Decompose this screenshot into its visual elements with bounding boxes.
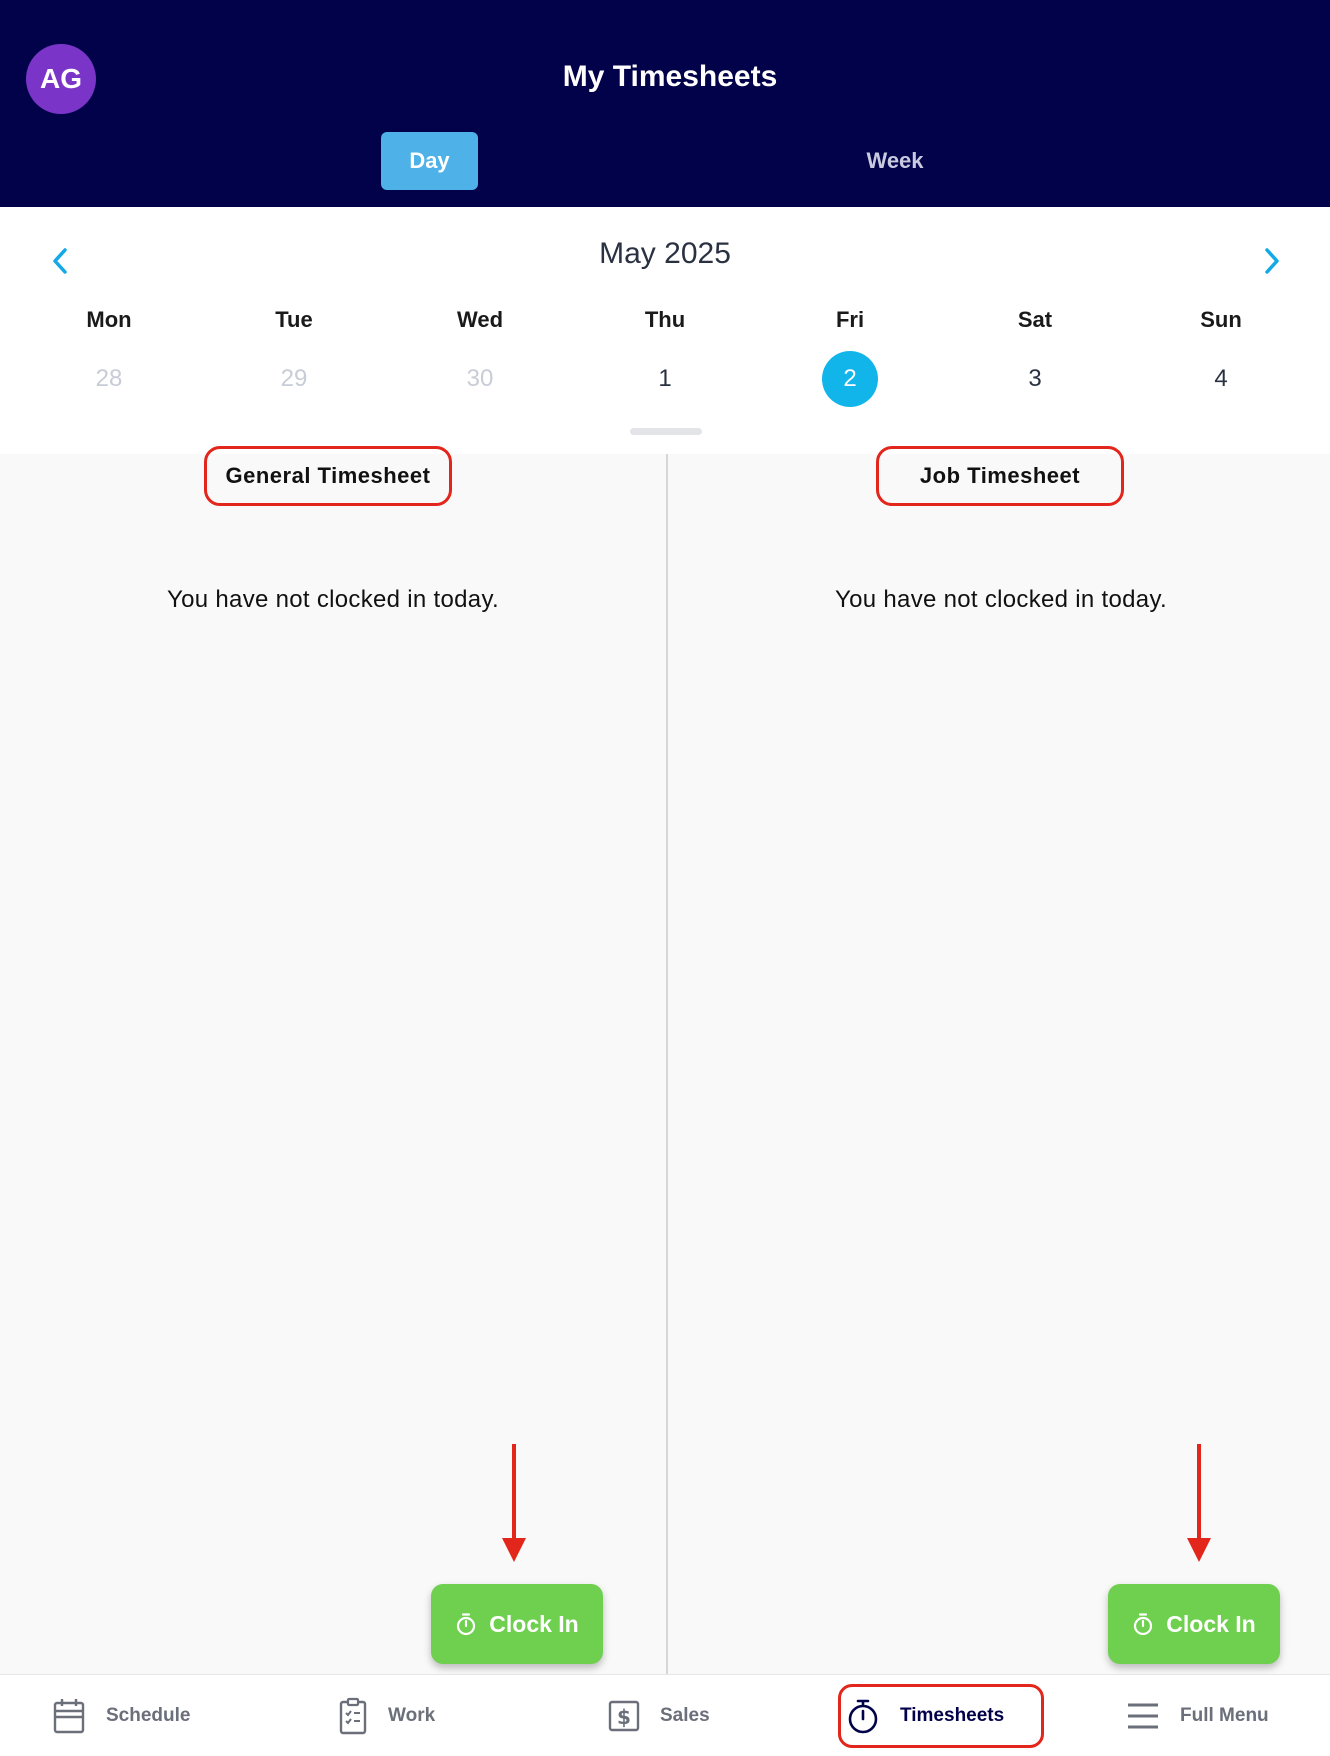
week-calendar: May 2025 Mon 28 Tue 29 Wed 30 Thu 1 Fri … [0, 207, 1330, 454]
day-number[interactable]: 1 [637, 351, 693, 407]
clock-in-label: Clock In [1166, 1610, 1256, 1637]
app-header: AG My Timesheets Day Week [0, 0, 1330, 207]
page-title: My Timesheets [562, 60, 778, 93]
day-number[interactable]: 4 [1193, 351, 1249, 407]
day-name: Fri [835, 307, 865, 332]
tab-week[interactable]: Week [840, 132, 950, 190]
job-timesheet-title: Job Timesheet [876, 446, 1124, 506]
day-name: Sun [1200, 307, 1242, 332]
clock-in-label: Clock In [489, 1610, 579, 1637]
nav-sales[interactable]: $ Sales [608, 1675, 710, 1756]
job-clock-in-button[interactable]: Clock In [1108, 1584, 1280, 1664]
day-number[interactable]: 3 [1007, 351, 1063, 407]
day-number[interactable]: 30 [452, 351, 508, 407]
day-thu[interactable]: Thu 1 [605, 307, 725, 407]
clipboard-checklist-icon [339, 1697, 367, 1735]
tab-day[interactable]: Day [381, 132, 478, 190]
stopwatch-icon [1134, 1613, 1153, 1636]
day-tue[interactable]: Tue 29 [234, 307, 354, 407]
nav-schedule[interactable]: Schedule [52, 1675, 190, 1756]
day-name: Thu [644, 307, 686, 332]
drag-handle[interactable] [630, 428, 702, 435]
chevron-right-icon [1265, 248, 1279, 274]
day-wed[interactable]: Wed 30 [420, 307, 540, 407]
day-name: Wed [456, 307, 504, 332]
general-empty-message: You have not clocked in today. [167, 586, 499, 613]
nav-work[interactable]: Work [338, 1675, 435, 1756]
hamburger-menu-icon [1128, 1703, 1158, 1729]
nav-label: Full Menu [1180, 1705, 1269, 1726]
day-name: Sat [1017, 307, 1053, 332]
day-number-selected[interactable]: 2 [822, 351, 878, 407]
annotation-arrow-icon [502, 1444, 526, 1562]
stopwatch-icon [457, 1613, 476, 1636]
annotation-arrow-icon [1187, 1444, 1211, 1562]
nav-label: Sales [660, 1705, 710, 1726]
day-sun[interactable]: Sun 4 [1161, 307, 1281, 407]
day-number[interactable]: 29 [266, 351, 322, 407]
panel-divider [666, 454, 668, 1674]
nav-label: Work [388, 1705, 436, 1726]
day-number[interactable]: 28 [81, 351, 137, 407]
day-name: Mon [86, 307, 132, 332]
bottom-navigation: Schedule Work $ Sales Timesheets Full Me… [0, 1674, 1330, 1756]
day-fri[interactable]: Fri 2 [790, 307, 910, 407]
dollar-document-icon: $ [608, 1700, 640, 1732]
nav-full-menu[interactable]: Full Menu [1126, 1675, 1269, 1756]
day-name: Tue [275, 307, 313, 332]
month-label: May 2025 [599, 237, 731, 270]
job-empty-message: You have not clocked in today. [835, 586, 1167, 613]
nav-label: Schedule [106, 1705, 191, 1726]
general-timesheet-title: General Timesheet [204, 446, 452, 506]
calendar-icon [53, 1699, 85, 1734]
general-clock-in-button[interactable]: Clock In [431, 1584, 603, 1664]
next-month-button[interactable] [1252, 241, 1292, 281]
day-sat[interactable]: Sat 3 [975, 307, 1095, 407]
svg-text:$: $ [617, 1705, 631, 1729]
day-mon[interactable]: Mon 28 [49, 307, 169, 407]
active-nav-highlight [838, 1684, 1044, 1748]
